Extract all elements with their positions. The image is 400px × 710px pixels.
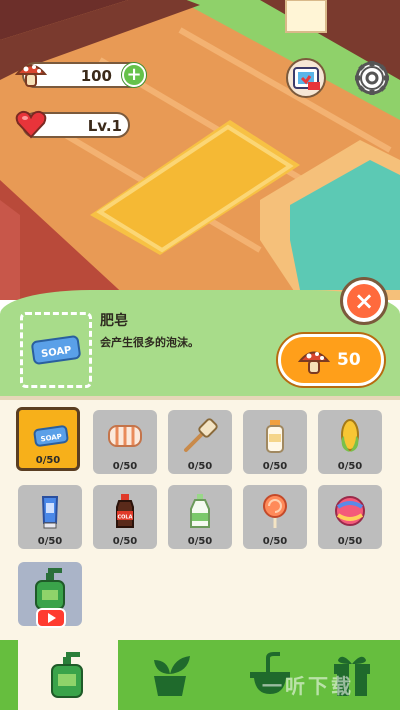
buy-price: 50 <box>337 350 361 370</box>
item-count: 0/50 <box>262 536 288 547</box>
buy-button[interactable]: 50 <box>278 334 384 386</box>
item-count: 0/50 <box>112 461 138 472</box>
mushroom-coin-icon <box>297 351 331 374</box>
mushroom-coin-icon <box>14 64 48 87</box>
item-slot-corn[interactable]: 0/50 <box>318 410 382 474</box>
towel-icon <box>108 425 142 447</box>
close-button[interactable]: × <box>340 277 388 325</box>
gear-icon <box>355 61 389 95</box>
soap-dispenser-icon <box>35 568 65 610</box>
item-slot-bath-brush[interactable]: 0/50 <box>168 410 232 474</box>
room-scene <box>0 0 400 300</box>
milk-bottle-icon <box>266 420 284 453</box>
drink-bottle-icon <box>190 494 210 528</box>
tab-plant[interactable] <box>118 640 218 710</box>
item-slot-candy-ball[interactable]: 0/50 <box>318 485 382 549</box>
bath-brush-icon <box>184 418 218 452</box>
watermark: 一听下载 <box>262 674 354 698</box>
item-count: 0/50 <box>112 536 138 547</box>
lollipop-icon <box>263 494 287 528</box>
settings-button[interactable] <box>352 58 392 98</box>
room-illustration <box>0 0 400 300</box>
item-count: 0/50 <box>35 455 61 466</box>
selected-item-description: 会产生很多的泡沫。 <box>100 336 199 349</box>
item-count: 0/50 <box>187 461 213 472</box>
item-count: 0/50 <box>337 461 363 472</box>
play-triangle-icon <box>48 613 56 623</box>
heart-icon <box>15 110 47 139</box>
tab-soap-dispenser[interactable] <box>18 640 118 710</box>
video-play-icon <box>36 608 66 628</box>
item-slot-lotion-tube[interactable]: 0/50 <box>18 485 82 549</box>
item-slot-milk-bottle[interactable]: 0/50 <box>243 410 307 474</box>
level-value: Lv.1 <box>87 117 122 135</box>
lotion-tube-icon <box>41 496 59 529</box>
soap-icon: SOAP <box>33 425 69 447</box>
item-count: 0/50 <box>187 536 213 547</box>
selected-item-preview: SOAP <box>20 312 92 388</box>
soap-icon: SOAP <box>31 335 81 365</box>
album-button[interactable] <box>286 58 326 98</box>
plant-icon <box>154 656 190 696</box>
item-slot-lollipop[interactable]: 0/50 <box>243 485 307 549</box>
item-slot-towel[interactable]: 0/50 <box>93 410 157 474</box>
item-slot-drink-bottle[interactable]: 0/50 <box>168 485 232 549</box>
corn-icon <box>341 419 359 452</box>
item-count: 0/50 <box>262 461 288 472</box>
add-coins-button[interactable]: + <box>122 63 146 87</box>
cola-bottle-icon: COLA <box>116 494 134 528</box>
coins-counter: 100 + <box>14 62 146 88</box>
soap-dispenser-icon <box>51 652 83 698</box>
coins-value: 100 <box>80 67 112 85</box>
candy-ball-icon <box>335 496 365 526</box>
item-count: 0/50 <box>337 536 363 547</box>
photo-album-icon <box>293 67 320 90</box>
item-slot-soap[interactable]: SOAP 0/50 <box>16 407 80 471</box>
selected-item-name: 肥皂 <box>100 313 128 329</box>
cola-label-text: COLA <box>118 515 133 521</box>
item-count: 0/50 <box>37 536 63 547</box>
item-slot-cola-bottle[interactable]: COLA 0/50 <box>93 485 157 549</box>
level-indicator: Lv.1 <box>15 110 130 139</box>
close-icon: × <box>347 284 381 318</box>
